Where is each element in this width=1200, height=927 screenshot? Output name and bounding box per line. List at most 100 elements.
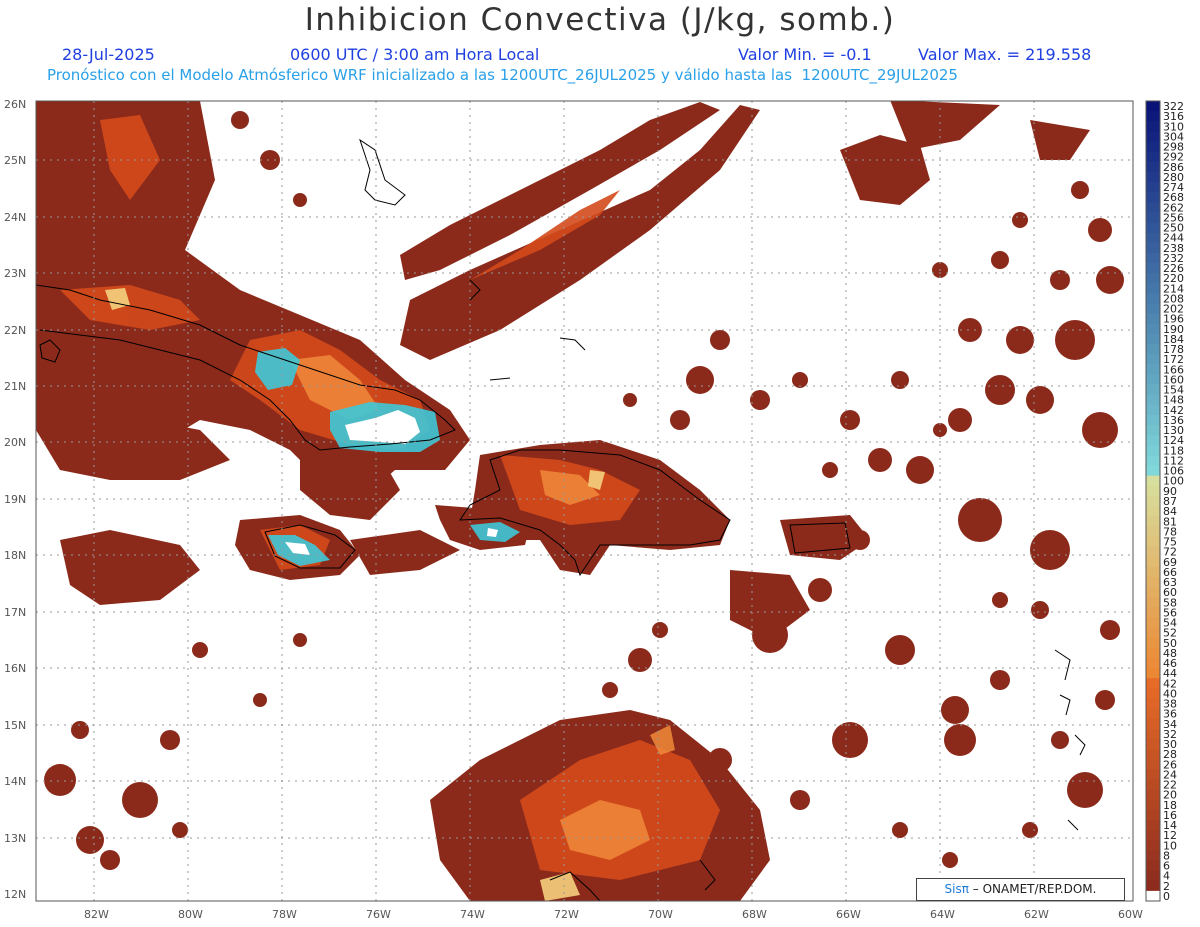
colorbar-swatch [1146, 252, 1160, 264]
colorbar-swatch [1146, 323, 1160, 335]
colorbar-swatch [1146, 566, 1160, 578]
colorbar-swatch [1146, 718, 1160, 730]
colorbar: 3223163103042982922862802742682622562502… [1145, 100, 1184, 903]
colorbar-swatch [1146, 647, 1160, 659]
colorbar-swatch [1146, 769, 1160, 780]
lon-label: 78W [272, 908, 297, 921]
colorbar-swatch [1146, 131, 1160, 142]
colorbar-swatch [1146, 404, 1160, 416]
onamet-logo: Sisπ – ONAMET/REP.DOM. [916, 878, 1125, 901]
colorbar-swatch [1146, 273, 1160, 284]
colorbar-swatch [1146, 293, 1160, 304]
colorbar-swatch [1146, 232, 1160, 244]
colorbar-swatch [1146, 445, 1160, 456]
logo-text: – ONAMET/REP.DOM. [972, 882, 1097, 896]
colorbar-swatch [1146, 668, 1160, 679]
lat-label: 15N [4, 719, 26, 732]
colorbar-swatch [1146, 354, 1160, 365]
colorbar-swatch [1146, 364, 1160, 375]
colorbar-swatch [1146, 516, 1160, 527]
lon-label: 74W [460, 908, 485, 921]
colorbar-swatch [1146, 141, 1160, 153]
colorbar-swatch [1146, 344, 1160, 355]
lat-label: 20N [4, 436, 26, 449]
colorbar-swatch [1146, 222, 1160, 234]
colorbar-swatch [1146, 242, 1160, 254]
lat-label: 25N [4, 154, 26, 167]
colorbar-swatch [1146, 850, 1160, 861]
colorbar-swatch [1146, 880, 1160, 892]
lat-label: 17N [4, 606, 26, 619]
colorbar-swatch [1146, 536, 1160, 547]
colorbar-swatch [1146, 789, 1160, 801]
lat-label: 14N [4, 775, 26, 788]
lat-label: 23N [4, 267, 26, 280]
colorbar-swatch [1146, 870, 1160, 882]
colorbar-swatch [1146, 637, 1160, 649]
colorbar-swatch [1146, 171, 1160, 183]
lon-label: 62W [1024, 908, 1049, 921]
colorbar-swatch [1146, 111, 1160, 122]
colorbar-swatch [1146, 698, 1160, 709]
colorbar-swatch [1146, 101, 1160, 112]
lon-label: 70W [648, 908, 673, 921]
lat-label: 26N [4, 98, 26, 111]
lon-label: 76W [366, 908, 391, 921]
colorbar-swatch [1146, 890, 1160, 902]
colorbar-swatch [1146, 506, 1160, 517]
colorbar-label: 0 [1163, 890, 1170, 903]
colorbar-swatch [1146, 495, 1160, 507]
colorbar-swatch [1146, 202, 1160, 213]
lon-label: 64W [930, 908, 955, 921]
lon-label: 66W [836, 908, 861, 921]
colorbar-swatch [1146, 425, 1160, 436]
colorbar-swatch [1146, 819, 1160, 831]
lon-label: 82W [84, 908, 109, 921]
colorbar-swatch [1146, 283, 1160, 294]
colorbar-swatch [1146, 678, 1160, 689]
colorbar-swatch [1146, 374, 1160, 385]
colorbar-swatch [1146, 303, 1160, 315]
colorbar-swatch [1146, 708, 1160, 720]
colorbar-swatch [1146, 738, 1160, 750]
colorbar-swatch [1146, 414, 1160, 426]
colorbar-swatch [1146, 799, 1160, 811]
colorbar-swatch [1146, 759, 1160, 770]
colorbar-swatch [1146, 121, 1160, 132]
colorbar-swatch [1146, 617, 1160, 628]
colorbar-swatch [1146, 333, 1160, 345]
lon-label: 68W [742, 908, 767, 921]
colorbar-swatch [1146, 394, 1160, 406]
colorbar-swatch [1146, 435, 1160, 446]
colorbar-swatch [1146, 384, 1160, 396]
colorbar-swatch [1146, 728, 1160, 740]
lat-label: 12N [4, 888, 26, 901]
lat-label: 13N [4, 832, 26, 845]
colorbar-swatch [1146, 607, 1160, 618]
colorbar-swatch [1146, 860, 1160, 872]
colorbar-swatch [1146, 313, 1160, 325]
colorbar-swatch [1146, 151, 1160, 163]
lon-labels: 82W 80W 78W 76W 74W 72W 70W 68W 66W 64W … [84, 908, 1143, 921]
colorbar-swatch [1146, 688, 1160, 699]
colorbar-swatch [1146, 546, 1160, 558]
colorbar-swatch [1146, 627, 1160, 639]
lat-label: 19N [4, 493, 26, 506]
sispi-brand: Sisπ [944, 882, 969, 896]
colorbar-swatch [1146, 455, 1160, 466]
colorbar-swatch [1146, 657, 1160, 669]
colorbar-swatch [1146, 182, 1160, 193]
colorbar-swatch [1146, 485, 1160, 497]
lat-label: 21N [4, 380, 26, 393]
colorbar-swatch [1146, 192, 1160, 203]
colorbar-swatch [1146, 161, 1160, 173]
map-canvas: 26N 25N 24N 23N 22N 21N 20N 19N 18N 17N … [4, 98, 1184, 921]
lat-label: 18N [4, 549, 26, 562]
lat-label: 16N [4, 662, 26, 675]
colorbar-swatch [1146, 475, 1160, 487]
colorbar-swatch [1146, 809, 1160, 821]
lat-labels: 26N 25N 24N 23N 22N 21N 20N 19N 18N 17N … [4, 98, 26, 901]
lon-label: 72W [554, 908, 579, 921]
lon-label: 60W [1118, 908, 1143, 921]
colorbar-swatch [1146, 263, 1160, 274]
